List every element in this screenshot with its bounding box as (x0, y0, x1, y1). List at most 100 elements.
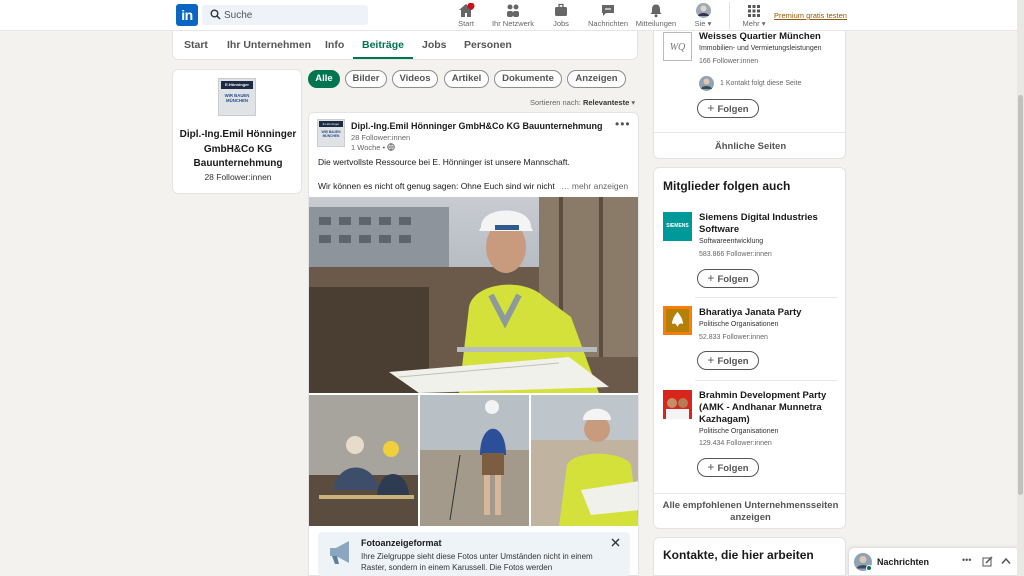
sort-label: Sortieren nach: (530, 98, 581, 107)
see-more-link[interactable]: … mehr anzeigen (561, 181, 628, 191)
post-author-followers: 28 Follower:innen (351, 133, 411, 142)
tab-your-company[interactable]: Ihr Unternehmen (227, 39, 311, 51)
filter-articles[interactable]: Artikel (444, 70, 489, 88)
post-author-logo[interactable]: E.Hönninger WIR BAUEN MÜNCHEN (317, 119, 345, 147)
post-image-main[interactable] (309, 197, 639, 393)
search-input[interactable] (224, 7, 364, 23)
company-followers: 28 Follower:innen (204, 172, 272, 182)
follow-button-bjp[interactable]: + Folgen (697, 351, 759, 370)
photo-format-info: Fotoanzeigeformat Ihre Zielgruppe sieht … (318, 532, 630, 576)
follow-label: Folgen (717, 463, 749, 474)
nav-notifications-label: Mitteilungen (635, 19, 677, 28)
messaging-avatar (854, 553, 872, 571)
info-title: Fotoanzeigeformat (361, 538, 442, 548)
follow-label: Folgen (717, 356, 749, 367)
filter-images[interactable]: Bilder (345, 70, 387, 88)
plus-icon: + (707, 460, 715, 474)
entity-followers-brahmin-party: 129.434 Follower:innen (699, 440, 772, 447)
contacts-title: Kontakte, die hier arbeiten (663, 548, 814, 562)
entity-name-siemens[interactable]: Siemens Digital Industries Software (699, 212, 839, 236)
sort-dropdown[interactable]: Sortieren nach: Relevanteste ▾ (530, 98, 635, 107)
post-image-thumb-2[interactable] (420, 395, 529, 526)
filter-documents[interactable]: Dokumente (494, 70, 562, 88)
follow-label: Folgen (717, 274, 749, 285)
search-icon (210, 9, 221, 20)
nav-network[interactable]: Ihr Netzwerk (490, 3, 536, 29)
post-time-text: 1 Woche • (351, 143, 386, 152)
follow-button-weisses-quartier[interactable]: + Folgen (697, 99, 759, 118)
grid-icon (748, 5, 760, 17)
siemens-logo[interactable]: SIEMENS (663, 212, 692, 241)
post-logo-text: WIR BAUEN MÜNCHEN (321, 130, 341, 138)
post-menu-icon[interactable]: ••• (615, 117, 631, 131)
nav-messages[interactable]: Nachrichten (586, 3, 630, 29)
entity-name-bjp[interactable]: Bharatiya Janata Party (699, 307, 839, 319)
megaphone-icon (330, 541, 349, 564)
company-card: E.Hönninger WIR BAUEN MÜNCHEN Dipl.-Ing.… (172, 69, 302, 194)
filter-ads[interactable]: Anzeigen (567, 70, 626, 88)
plus-icon: + (707, 101, 715, 115)
filter-all[interactable]: Alle (308, 70, 340, 88)
nav-me[interactable]: Sie ▾ (690, 3, 716, 29)
page-scrollbar[interactable] (1017, 0, 1024, 576)
similar-page-name[interactable]: Weisses Quartier München (699, 31, 821, 43)
post-logo-brand: E.Hönninger (319, 121, 343, 127)
company-logo[interactable]: E.Hönninger WIR BAUEN MÜNCHEN (218, 78, 256, 116)
similar-page-followers: 166 Follower:innen (699, 58, 759, 65)
post-card: E.Hönninger WIR BAUEN MÜNCHEN Dipl.-Ing.… (308, 112, 639, 576)
divider (695, 380, 838, 381)
nav-jobs[interactable]: Jobs (548, 3, 574, 29)
search-box[interactable] (202, 5, 368, 25)
sort-value: Relevanteste (582, 98, 630, 107)
post-author-name[interactable]: Dipl.-Ing.Emil Hönninger GmbH&Co KG Bauu… (351, 121, 603, 131)
messaging-bar[interactable]: Nachrichten ••• (848, 547, 1020, 576)
bjp-logo[interactable] (663, 306, 692, 335)
contact-follows-text: 1 Kontakt folgt diese Seite (720, 80, 802, 87)
nav-more[interactable]: Mehr ▾ (740, 3, 768, 29)
premium-link[interactable]: Premium gratis testen (774, 11, 847, 20)
compose-icon[interactable] (982, 556, 993, 567)
plus-icon: + (707, 271, 715, 285)
close-icon[interactable] (611, 538, 620, 547)
linkedin-logo[interactable]: in (176, 4, 198, 26)
scrollbar-thumb[interactable] (1018, 95, 1023, 495)
brahmin-party-logo[interactable] (663, 390, 692, 419)
weisses-quartier-logo[interactable]: WQ (663, 32, 692, 61)
entity-name-brahmin-party[interactable]: Brahmin Development Party (AMK - Andhana… (699, 390, 839, 426)
tab-info[interactable]: Info (325, 39, 344, 51)
network-icon (507, 4, 519, 17)
company-name[interactable]: Dipl.-Ing.Emil Hönninger GmbH&Co KG Bauu… (179, 128, 297, 172)
nav-messages-label: Nachrichten (587, 19, 629, 28)
nav-jobs-label: Jobs (553, 19, 569, 28)
tab-posts[interactable]: Beiträge (362, 39, 404, 51)
home-icon (459, 3, 475, 17)
follow-button-siemens[interactable]: + Folgen (697, 269, 759, 288)
nav-network-label: Ihr Netzwerk (491, 19, 535, 28)
tab-jobs[interactable]: Jobs (422, 39, 447, 51)
nav-me-label: Sie ▾ (694, 19, 712, 28)
bell-icon (650, 4, 662, 18)
svg-text:WQ: WQ (670, 42, 686, 53)
all-recommended-link[interactable]: Alle empfohlenen Unternehmensseiten anze… (658, 500, 843, 524)
tab-people[interactable]: Personen (464, 39, 512, 51)
nav-home[interactable]: Start (452, 3, 480, 29)
divider (654, 132, 845, 133)
entity-category-brahmin-party: Politische Organisationen (699, 428, 779, 435)
similar-page-category: Immobilien- und Vermietungsleistungen (699, 45, 822, 52)
messaging-more-icon[interactable]: ••• (962, 555, 971, 565)
filter-videos[interactable]: Videos (392, 70, 438, 88)
similar-pages-card: WQ Weisses Quartier München Immobilien- … (653, 31, 846, 159)
nav-notifications[interactable]: Mitteilungen (634, 3, 678, 29)
post-image-thumb-3[interactable] (531, 395, 639, 526)
members-follow-card: Mitglieder folgen auch SIEMENS Siemens D… (653, 167, 846, 529)
similar-pages-link[interactable]: Ähnliche Seiten (654, 141, 845, 152)
post-text-line1: Die wertvollste Ressource bei E. Hönning… (318, 157, 570, 167)
post-image-thumb-1[interactable] (309, 395, 418, 526)
divider (695, 297, 838, 298)
divider (654, 493, 845, 494)
chevron-up-icon[interactable] (1001, 557, 1011, 565)
active-tab-indicator (353, 57, 413, 59)
company-logo-brand: E.Hönninger (221, 81, 253, 89)
follow-button-brahmin-party[interactable]: + Folgen (697, 458, 759, 477)
tab-start[interactable]: Start (184, 39, 208, 51)
